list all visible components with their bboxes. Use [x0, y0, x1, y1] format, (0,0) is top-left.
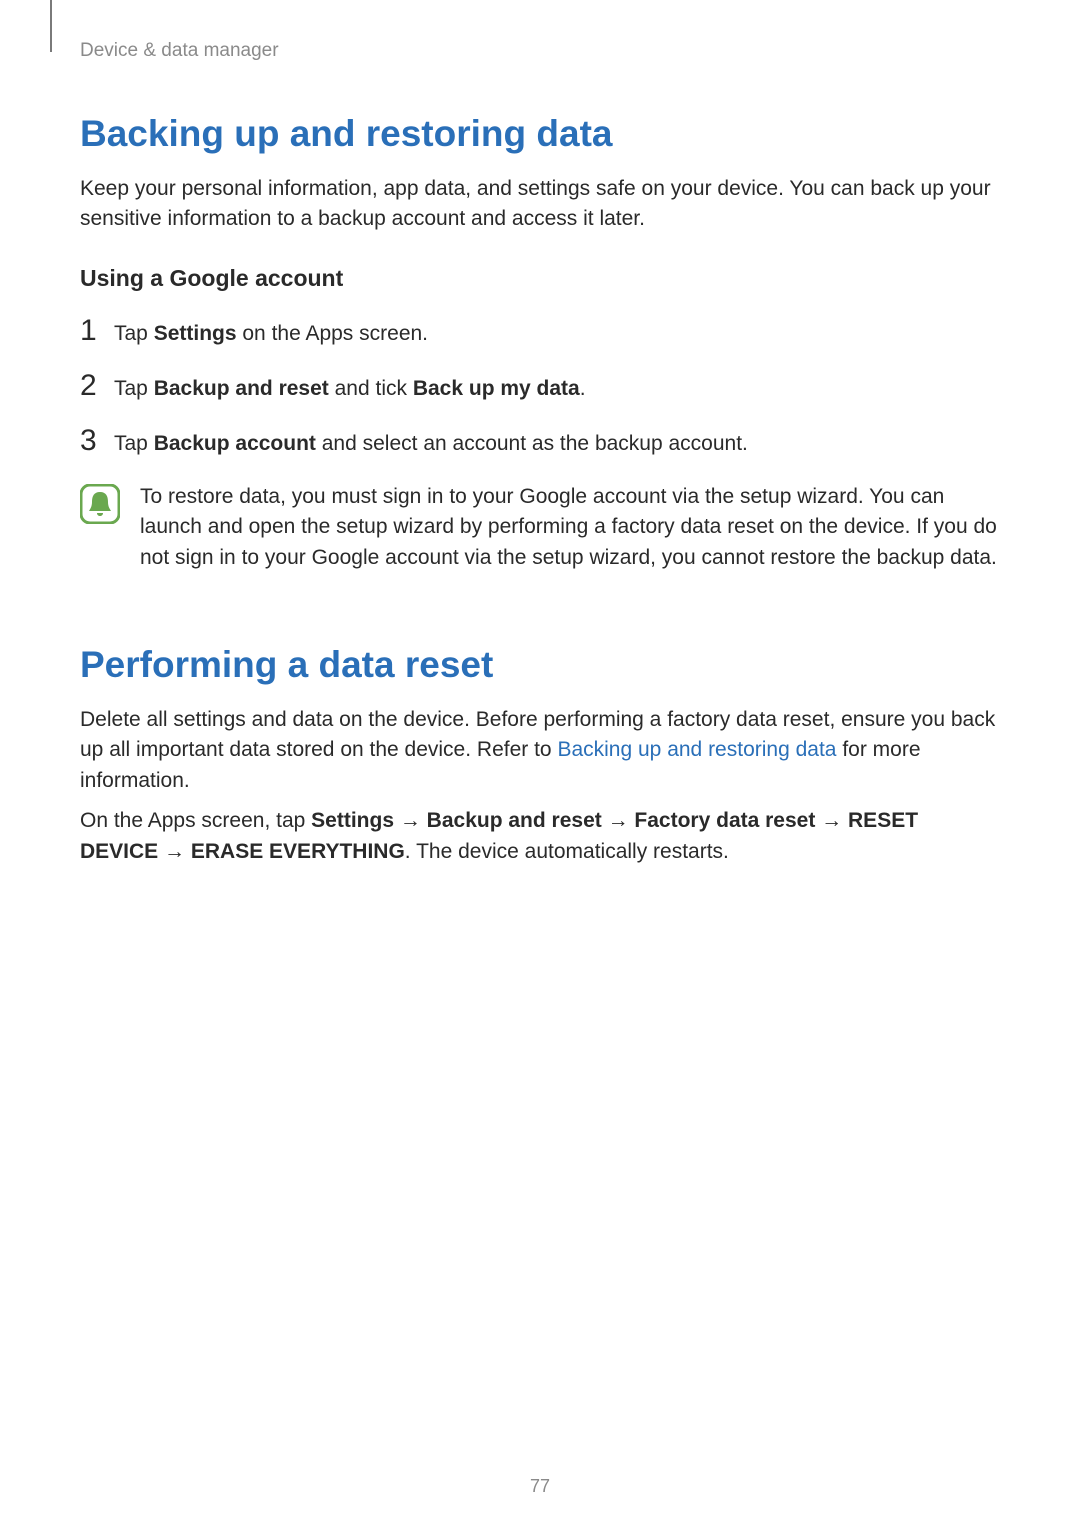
step-text: Tap Settings on the Apps screen. [114, 317, 428, 349]
note-block: To restore data, you must sign in to you… [80, 482, 1000, 573]
step-3: 3 Tap Backup account and select an accou… [80, 426, 1000, 459]
left-margin-rule [50, 0, 52, 52]
page-number: 77 [0, 1476, 1080, 1497]
steps-list: 1 Tap Settings on the Apps screen. 2 Tap… [80, 316, 1000, 460]
reset-paragraph-2: On the Apps screen, tap Settings → Backu… [80, 806, 1000, 867]
step-number: 1 [80, 316, 114, 346]
intro-paragraph: Keep your personal information, app data… [80, 174, 1000, 235]
reset-paragraph-1: Delete all settings and data on the devi… [80, 705, 1000, 796]
step-number: 3 [80, 426, 114, 456]
link-backing-up[interactable]: Backing up and restoring data [557, 738, 836, 761]
heading-performing-reset: Performing a data reset [80, 643, 1000, 687]
heading-backing-up: Backing up and restoring data [80, 112, 1000, 156]
step-number: 2 [80, 371, 114, 401]
step-text: Tap Backup and reset and tick Back up my… [114, 372, 586, 404]
breadcrumb: Device & data manager [80, 40, 1000, 62]
step-1: 1 Tap Settings on the Apps screen. [80, 316, 1000, 349]
note-bell-icon [80, 484, 120, 529]
note-text: To restore data, you must sign in to you… [140, 482, 1000, 573]
manual-page: Device & data manager Backing up and res… [0, 0, 1080, 1527]
step-2: 2 Tap Backup and reset and tick Back up … [80, 371, 1000, 404]
subheading-google-account: Using a Google account [80, 265, 1000, 292]
step-text: Tap Backup account and select an account… [114, 427, 748, 459]
